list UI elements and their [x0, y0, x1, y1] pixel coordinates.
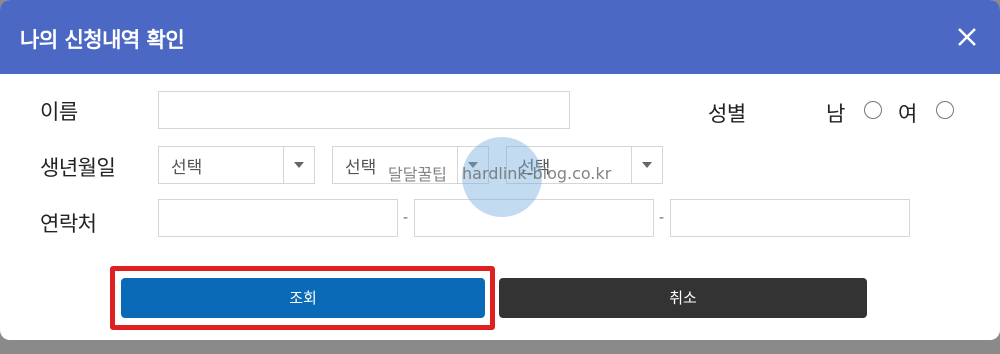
name-input[interactable] [158, 91, 570, 129]
watermark-text-ko: 달달꿀팁 [388, 165, 447, 184]
dialog-header: 나의 신청내역 확인 [0, 0, 1000, 74]
gender-label: 성별 [708, 102, 746, 126]
cancel-button[interactable]: 취소 [499, 278, 867, 318]
birth-month-value: 선택 [345, 158, 377, 178]
gender-male-label: 남 [826, 102, 845, 126]
phone-middle-input[interactable] [414, 199, 654, 237]
phone-last-input[interactable] [670, 199, 910, 237]
birth-year-value: 선택 [171, 158, 203, 178]
phone-label: 연락처 [40, 212, 97, 236]
name-label: 이름 [40, 100, 78, 124]
gender-female-radio[interactable] [936, 101, 954, 119]
phone-first-input[interactable] [158, 199, 398, 237]
chevron-down-icon [631, 147, 662, 183]
gender-female-label: 여 [898, 102, 917, 126]
inquiry-dialog: 나의 신청내역 확인 이름 성별 남 여 생년월일 선택 선택 선택 연락처 -… [0, 0, 1000, 340]
chevron-down-icon [283, 147, 314, 183]
phone-separator: - [659, 210, 665, 226]
highlight-box [110, 266, 495, 330]
dialog-title: 나의 신청내역 확인 [20, 28, 185, 52]
birth-label: 생년월일 [40, 156, 116, 180]
close-icon[interactable] [950, 20, 984, 54]
birth-year-select[interactable]: 선택 [158, 146, 315, 184]
phone-separator: - [403, 210, 409, 226]
watermark-text-url: hardlink-blog.co.kr [462, 164, 612, 183]
gender-male-radio[interactable] [864, 101, 882, 119]
